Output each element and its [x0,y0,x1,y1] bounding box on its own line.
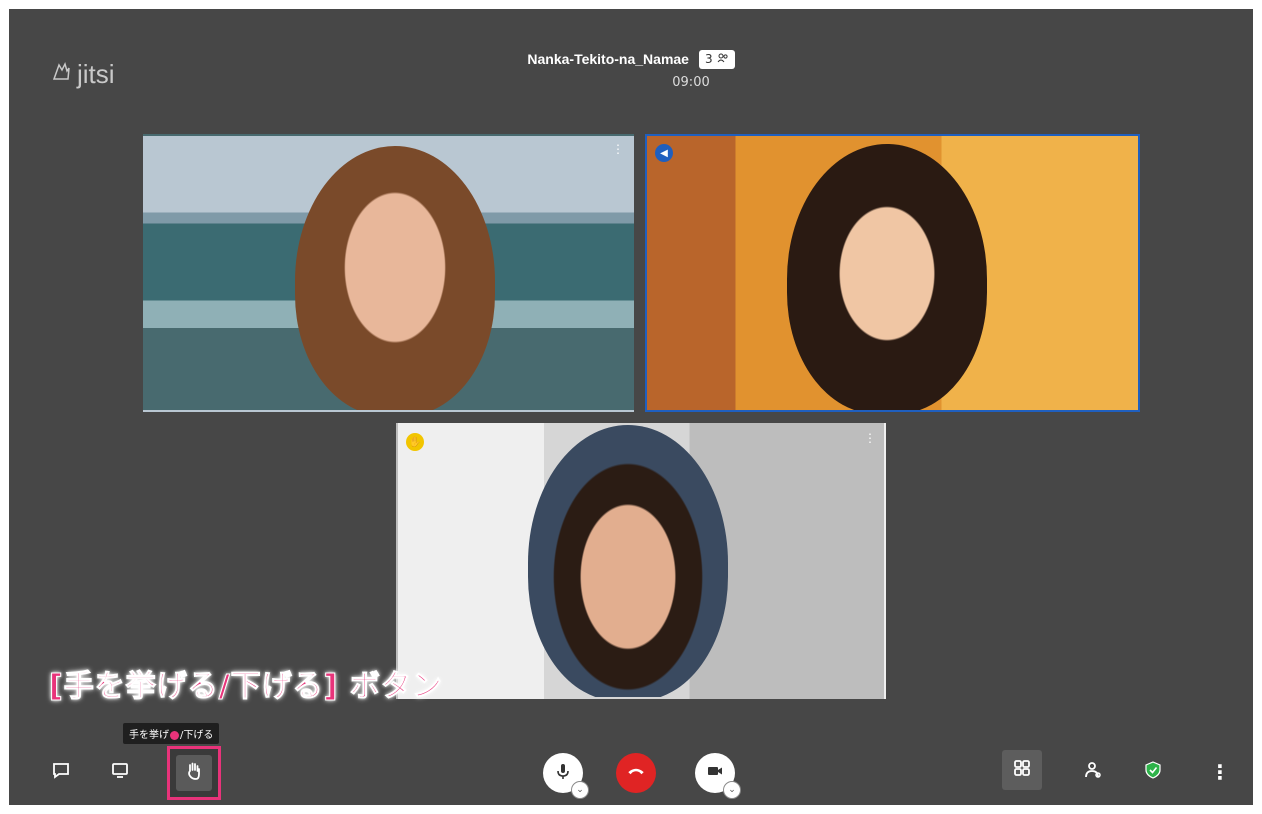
participant-video [528,425,728,697]
invite-button[interactable] [1076,755,1110,789]
shield-icon [1143,760,1163,784]
camera-icon [705,761,725,785]
microphone-icon [553,761,573,785]
desktop-icon [110,760,130,784]
tile-menu-icon[interactable]: ⋮ [612,142,624,156]
meeting-title: Nanka-Tekito-na_Namae [527,51,689,67]
dominant-speaker-icon: ◀ [655,144,673,162]
more-options-button[interactable]: ⋮ [1203,755,1237,789]
participants-icon [717,52,729,67]
tile-menu-icon[interactable]: ⋮ [864,431,876,445]
hangup-button[interactable] [616,753,656,793]
participant-count-badge[interactable]: 3 [698,49,735,69]
conference-window: jitsi Nanka-Tekito-na_Namae 3 09:00 ⋮ ◀ … [9,9,1253,805]
participant-count: 3 [704,52,713,66]
raise-hand-tooltip: 手を挙げ/下げる [123,723,220,744]
video-tile-participant-3[interactable]: ✋ ⋮ [396,423,886,699]
microphone-settings-chevron-icon[interactable]: ⌄ [571,781,589,799]
participant-video [787,144,987,410]
bottom-toolbar: ⌄ ⌄ ⋮ [9,746,1253,800]
meeting-header: Nanka-Tekito-na_Namae 3 09:00 [9,49,1253,90]
invite-people-icon [1083,760,1103,784]
chat-icon [51,760,71,784]
participant-video [295,146,495,410]
tile-view-icon [1012,758,1032,782]
screen-share-button[interactable] [103,755,137,789]
security-button[interactable] [1136,755,1170,789]
raise-hand-button[interactable] [167,746,221,800]
cursor-marker [170,730,179,740]
hangup-icon [625,760,647,786]
chat-button[interactable] [44,755,78,789]
microphone-button[interactable]: ⌄ [543,753,589,799]
more-vertical-icon: ⋮ [1210,760,1230,784]
meeting-timer: 09:00 [672,74,710,90]
camera-button[interactable]: ⌄ [695,753,741,799]
video-tile-participant-1[interactable]: ⋮ [143,134,634,412]
tooltip-text-after: /下げる [180,730,214,741]
annotation-label: [手を挙げる/下げる] ボタン [49,669,443,705]
camera-settings-chevron-icon[interactable]: ⌄ [723,781,741,799]
video-tile-participant-2[interactable]: ◀ [645,134,1140,412]
raised-hand-icon [184,761,204,785]
raised-hand-badge-icon: ✋ [406,433,424,451]
tile-view-button[interactable] [1002,750,1042,790]
tooltip-text-before: 手を挙げ [129,730,169,741]
